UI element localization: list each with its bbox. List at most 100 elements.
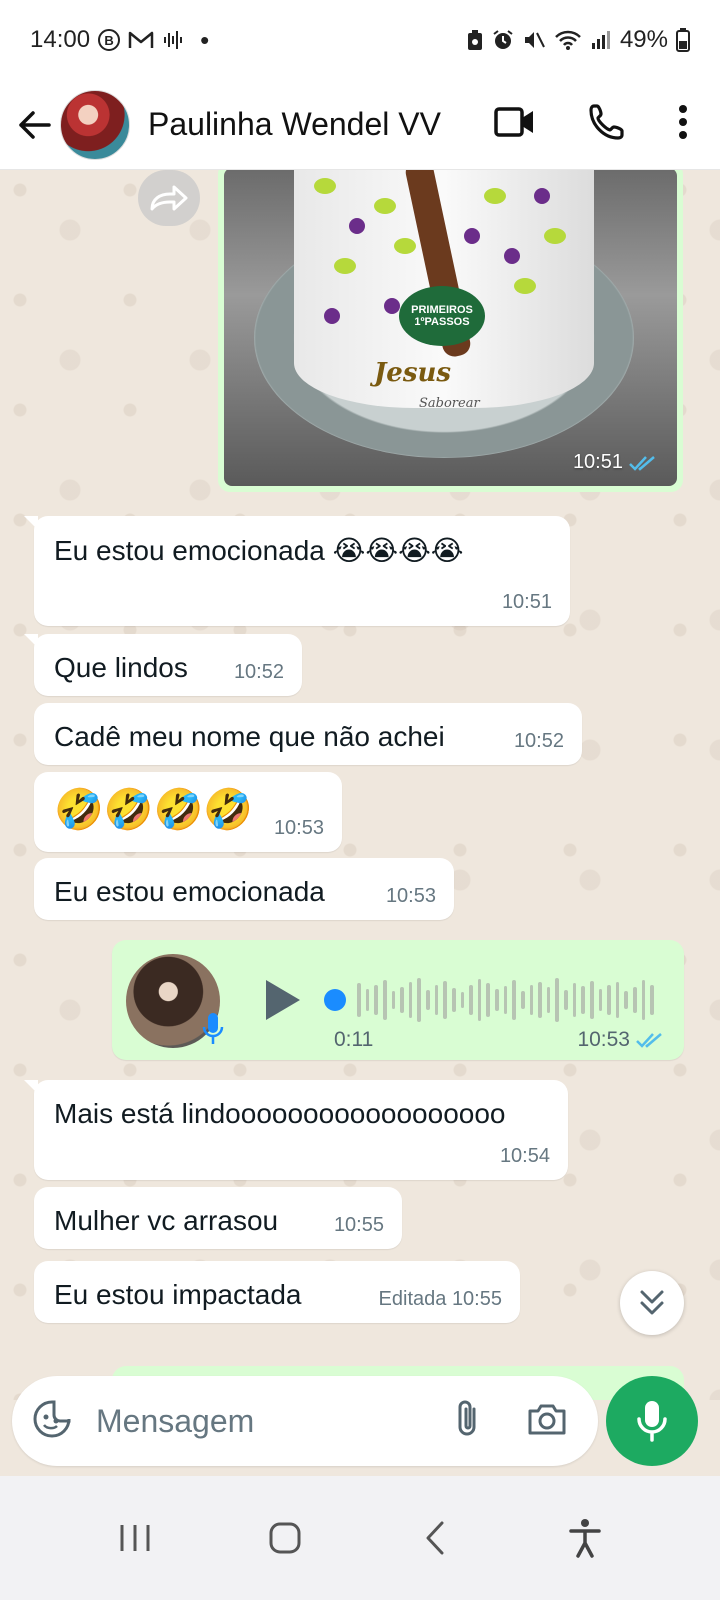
- voice-duration: 0:11: [334, 1028, 374, 1051]
- waveform-bar: [641, 980, 646, 1020]
- read-ticks-icon: [629, 455, 655, 471]
- forward-button[interactable]: [138, 170, 200, 226]
- accessibility-icon: [569, 1519, 601, 1558]
- incoming-message[interactable]: Que lindos 10:52: [24, 634, 302, 696]
- attach-icon: [458, 1400, 476, 1435]
- image-message[interactable]: PRIMEIROS 1ºPASSOS Jesus Saborear 10:51: [218, 170, 683, 492]
- accessibility-button[interactable]: [555, 1508, 615, 1568]
- incoming-message[interactable]: Mulher vc arrasou 10:55: [34, 1187, 402, 1249]
- contact-avatar[interactable]: [60, 89, 130, 160]
- battery-percent: 49%: [619, 26, 668, 53]
- cake-leaf: [544, 228, 566, 244]
- scroll-to-bottom-button[interactable]: [620, 1271, 684, 1335]
- message-time: 10:51: [501, 591, 552, 613]
- waveform-bar: [564, 990, 568, 1010]
- back-button[interactable]: [14, 105, 54, 145]
- signal-icon: [590, 29, 612, 51]
- message-text: Mais está lindoooooooooooooooooo: [54, 1098, 506, 1129]
- camera-icon: [528, 1404, 566, 1434]
- waveform-bar: [503, 986, 508, 1014]
- incoming-message[interactable]: Eu estou emocionada 10:53: [34, 858, 454, 920]
- cake-photo[interactable]: PRIMEIROS 1ºPASSOS Jesus Saborear 10:51: [224, 170, 677, 486]
- message-time: 10:53: [385, 885, 436, 907]
- image-message-time: 10:51: [572, 451, 623, 473]
- sticker-button[interactable]: [32, 1399, 72, 1444]
- video-call-button[interactable]: [494, 106, 536, 143]
- cake-script-text: Jesus: [374, 358, 452, 388]
- cake-leaf: [334, 258, 356, 274]
- waveform-bar: [469, 985, 473, 1015]
- status-left: 14:00 B •: [30, 25, 209, 56]
- message-text: Mulher vc arrasou: [54, 1205, 279, 1236]
- waveform-bar: [374, 985, 378, 1015]
- cake-leaf: [394, 238, 416, 254]
- waveform-bar: [443, 981, 447, 1019]
- home-icon: [269, 1522, 301, 1554]
- voice-record-button[interactable]: [606, 1376, 698, 1466]
- message-time: 10:55: [451, 1288, 502, 1310]
- play-icon: [266, 980, 300, 1020]
- waveform-bar: [365, 989, 370, 1011]
- waveform-bar: [426, 990, 430, 1010]
- incoming-message[interactable]: Cadê meu nome que não achei 10:52: [34, 703, 582, 765]
- waveform-bar: [486, 983, 490, 1017]
- message-time: 10:52: [233, 661, 284, 683]
- recent-apps-button[interactable]: [105, 1508, 165, 1568]
- message-text: Eu estou emocionada: [54, 876, 325, 907]
- edited-label: Editada: [378, 1288, 447, 1310]
- attach-button[interactable]: [454, 1399, 480, 1444]
- cake-badge: PRIMEIROS 1ºPASSOS: [399, 286, 485, 346]
- playback-slider-thumb[interactable]: [324, 989, 346, 1011]
- voice-call-button[interactable]: [588, 103, 626, 146]
- cake-brand-text: Saborear: [419, 396, 480, 411]
- waveform-bar: [400, 987, 404, 1013]
- message-input[interactable]: [96, 1402, 396, 1440]
- waveform-bar: [417, 978, 421, 1022]
- cake-grape: [349, 218, 365, 234]
- waveform-bar: [520, 991, 525, 1009]
- waveform-bar: [598, 989, 603, 1011]
- contact-name[interactable]: Paulinha Wendel VV: [148, 106, 441, 143]
- voicemail-icon: [162, 29, 184, 51]
- chat-area[interactable]: PRIMEIROS 1ºPASSOS Jesus Saborear 10:51 …: [0, 170, 720, 1400]
- waveform-bar: [589, 981, 594, 1019]
- read-ticks-icon: [636, 1033, 662, 1048]
- voice-message-time: 10:53: [577, 1028, 630, 1051]
- message-text: Que lindos: [54, 652, 188, 683]
- more-vert-icon: [679, 105, 687, 139]
- sticker-icon: [33, 1400, 71, 1437]
- recent-apps-icon: [120, 1525, 150, 1551]
- cake-leaf: [514, 278, 536, 294]
- waveform-bar: [451, 988, 456, 1012]
- waveform-bar: [650, 985, 654, 1015]
- waveform-bar: [408, 982, 413, 1018]
- incoming-message[interactable]: Mais está lindoooooooooooooooooo 10:54: [24, 1080, 568, 1180]
- incoming-message[interactable]: 🤣🤣🤣🤣 10:53: [34, 772, 342, 852]
- waveform-bar: [555, 978, 559, 1022]
- back-icon: [426, 1521, 444, 1555]
- mic-icon: [637, 1401, 667, 1442]
- play-button[interactable]: [260, 976, 304, 1024]
- waveform-bar: [546, 987, 551, 1013]
- waveform-bar: [391, 991, 396, 1009]
- waveform-bar: [581, 986, 585, 1014]
- message-text: Eu estou emocionada 😭😭😭😭: [54, 535, 464, 566]
- camera-button[interactable]: [526, 1401, 568, 1442]
- nav-back-button[interactable]: [405, 1508, 465, 1568]
- battery-saver-icon: [466, 29, 484, 51]
- voice-waveform[interactable]: [324, 972, 654, 1028]
- composer-actions: [454, 1399, 578, 1444]
- more-options-button[interactable]: [678, 104, 688, 145]
- status-right: 49%: [466, 26, 690, 54]
- cake-grape: [504, 248, 520, 264]
- waveform-bar: [615, 982, 620, 1018]
- home-button[interactable]: [255, 1508, 315, 1568]
- incoming-message[interactable]: Eu estou emocionada 😭😭😭😭 10:51: [24, 516, 570, 626]
- waveform-bar: [538, 982, 542, 1018]
- cake-grape: [384, 298, 400, 314]
- waveform-bar: [572, 983, 577, 1017]
- incoming-message[interactable]: Eu estou impactada Editada 10:55: [34, 1261, 520, 1323]
- voice-message[interactable]: 0:11 10:53: [112, 940, 684, 1060]
- system-nav-bar: [0, 1476, 720, 1600]
- b-circle-icon: B: [98, 29, 121, 51]
